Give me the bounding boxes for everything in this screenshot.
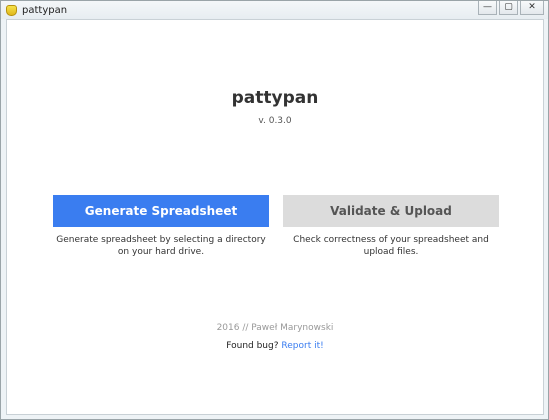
maximize-button[interactable]: ▢ [499,1,518,15]
app-title: pattypan [231,88,319,108]
window-title: pattypan [22,4,68,16]
bug-report-line: Found bug? Report it! [7,341,543,351]
validate-upload-button[interactable]: Validate & Upload [283,195,499,227]
found-bug-text: Found bug? [226,341,279,351]
app-icon [6,4,17,16]
generate-spreadsheet-button[interactable]: Generate Spreadsheet [53,195,269,227]
close-button[interactable]: ✕ [520,1,544,15]
report-bug-link[interactable]: Report it! [281,341,323,351]
generate-description: Generate spreadsheet by selecting a dire… [56,235,266,257]
validate-description: Check correctness of your spreadsheet an… [293,235,489,257]
credit-text: 2016 // Paweł Marynowski [216,323,334,333]
main-panel: pattypan v. 0.3.0 Generate Spreadsheet V… [6,19,544,415]
window-controls: — ▢ ✕ [476,1,544,17]
title-bar[interactable]: pattypan — ▢ ✕ [1,1,548,19]
app-window: pattypan — ▢ ✕ pattypan v. 0.3.0 Generat… [0,0,549,420]
minimize-button[interactable]: — [478,1,497,15]
app-version: v. 0.3.0 [258,116,292,126]
